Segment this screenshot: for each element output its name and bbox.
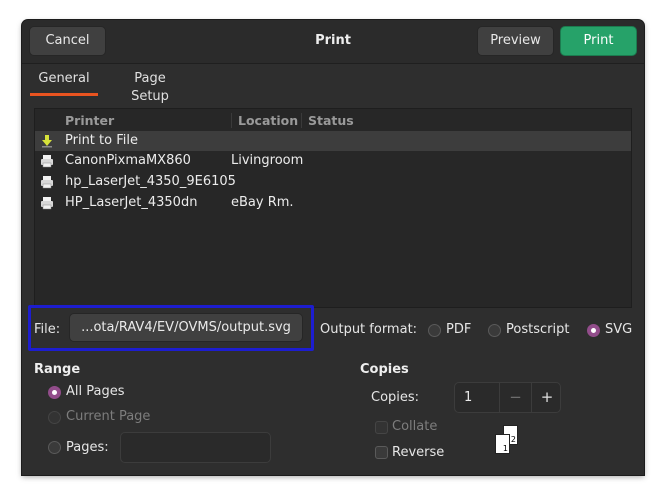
printer-name: CanonPixmaMX860 [65,153,191,168]
collate-page-front: 1 [495,434,510,454]
reverse-checkbox[interactable] [375,446,388,459]
printer-name: Print to File [65,133,138,148]
copies-increment-button[interactable]: + [531,383,562,412]
collate-label: Collate [392,419,438,434]
pages-input[interactable] [120,432,271,463]
copies-decrement-button[interactable]: − [499,383,531,412]
printer-name: HP_LaserJet_4350dn [65,195,198,210]
printer-location: eBay Rm. [231,195,294,210]
range-all-pages-label[interactable]: All Pages [66,384,125,399]
print-button[interactable]: Print [560,26,637,56]
preview-button[interactable]: Preview [477,26,554,56]
range-all-pages-radio[interactable] [48,386,61,399]
range-current-page-label: Current Page [66,409,151,424]
format-svg-radio[interactable] [587,324,600,337]
printer-row[interactable]: hp_LaserJet_4350_9E6105 [35,172,631,192]
file-label: File: [34,322,61,337]
column-location[interactable]: Location [231,113,298,128]
printer-row[interactable]: HP_LaserJet_4350dn eBay Rm. [35,193,631,213]
copies-value[interactable]: 1 [464,390,472,405]
copies-section-title: Copies [360,362,409,377]
collate-preview-icon: 2 1 [492,423,522,457]
reverse-label[interactable]: Reverse [392,445,444,460]
printer-name: hp_LaserJet_4350_9E6105 [65,174,236,189]
file-chooser-button[interactable]: ...ota/RAV4/EV/OVMS/output.svg [69,313,303,342]
printer-icon [41,155,53,168]
copies-spinbutton[interactable]: 1 − + [454,382,561,413]
format-postscript-radio[interactable] [488,324,501,337]
output-format-label: Output format: [320,322,418,337]
range-pages-radio[interactable] [48,441,61,454]
printer-icon [41,176,53,189]
range-pages-label[interactable]: Pages: [66,440,109,455]
printer-row-print-to-file[interactable]: Print to File [35,131,631,151]
header-bar: Cancel Print Preview Print [22,20,644,64]
printer-row[interactable]: CanonPixmaMX860 Livingroom [35,151,631,171]
copies-label: Copies: [371,390,420,405]
range-section-title: Range [34,362,81,377]
printer-location: Livingroom [231,153,304,168]
format-pdf-radio[interactable] [428,324,441,337]
printer-list[interactable]: Printer Location Status Print to File Ca… [34,108,632,308]
column-status[interactable]: Status [301,113,354,128]
printer-icon [41,197,53,210]
range-current-page-radio [48,411,61,424]
print-dialog: Cancel Print Preview Print General Page … [22,20,644,475]
download-arrow-icon [42,135,52,148]
tab-page-setup[interactable]: Page Setup [114,70,186,104]
format-svg-label[interactable]: SVG [605,322,632,337]
format-pdf-label[interactable]: PDF [446,322,471,337]
tab-general[interactable]: General [30,70,98,96]
column-printer[interactable]: Printer [65,113,114,128]
collate-checkbox [375,421,388,434]
format-postscript-label[interactable]: Postscript [506,322,569,337]
